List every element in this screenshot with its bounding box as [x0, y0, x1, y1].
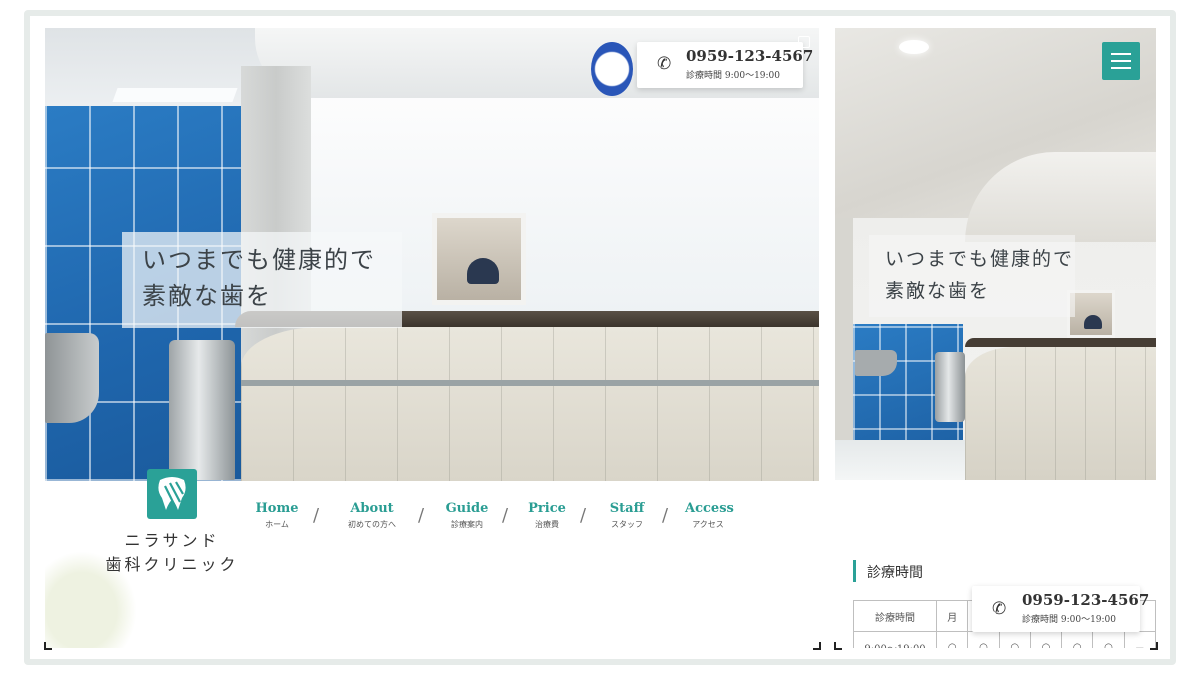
table-cell: ○ [998, 631, 1031, 648]
section-title-bar [853, 560, 856, 582]
table-header-cell: 月 [936, 600, 969, 632]
nav-label-jp: 治療費 [535, 520, 559, 529]
reception-counter [965, 347, 1156, 480]
hero-caption: いつまでも健康的で 素敵な歯を [869, 235, 1075, 317]
phone-icon: ✆ [992, 599, 1007, 619]
hamburger-menu-icon[interactable] [1102, 42, 1140, 80]
nav-label-jp: 初めての方へ [348, 520, 396, 529]
hero-image: いつまでも健康的で 素敵な歯を ✆ 0959-123-4567 診療時間 9:0… [45, 28, 819, 481]
counter-stripe [241, 380, 819, 386]
corner-marker [813, 642, 821, 650]
table-cell: ○ [1061, 631, 1094, 648]
clinic-name-line2: 歯科クリニック [105, 555, 239, 574]
wall-clock [591, 42, 633, 96]
clinic-name[interactable]: ニラサンド 歯科クリニック [105, 529, 239, 577]
desktop-preview: いつまでも健康的で 素敵な歯を ✆ 0959-123-4567 診療時間 9:0… [45, 28, 819, 648]
trash-bin [935, 352, 965, 422]
nav-separator: / [580, 505, 587, 526]
table-cell: ○ [1029, 631, 1063, 648]
nav-separator: / [313, 505, 320, 526]
corner-marker [1150, 642, 1158, 650]
floor [835, 440, 965, 480]
logo-mark[interactable] [147, 469, 197, 519]
table-cell: ○ [967, 631, 1000, 648]
clinic-name-line1: ニラサンド [124, 531, 220, 550]
mobile-preview: いつまでも健康的で 素敵な歯を 診療時間 診療時間 月 9:00～19:00 ○… [835, 28, 1156, 648]
nav-label-jp: スタッフ [611, 520, 643, 529]
ceiling-light [112, 88, 238, 102]
nav-label-en: Guide [445, 501, 489, 516]
hero-caption-line: 素敵な歯を [885, 280, 991, 302]
nav-label-en: Access [685, 501, 734, 516]
table-row: 9:00～19:00 ○ ○ ○ ○ ○ ○ － [852, 631, 1156, 648]
table-cell: ○ [936, 631, 969, 648]
water-fountain [45, 333, 99, 423]
nav-label-jp: 診療案内 [451, 520, 483, 529]
reception-window [432, 213, 526, 305]
nav-item-price[interactable]: Price 治療費 [527, 501, 567, 530]
reception-counter [241, 327, 819, 481]
ceiling-light [899, 40, 929, 54]
person-head [467, 258, 499, 284]
nav-item-staff[interactable]: Staff スタッフ [605, 501, 649, 530]
hero-caption-line: 素敵な歯を [142, 282, 272, 310]
nav-separator: / [662, 505, 669, 526]
reception-counter-top [965, 338, 1156, 347]
hero-caption-line: いつまでも健康的で [885, 248, 1075, 270]
nav-label-jp: アクセス [692, 520, 724, 529]
business-hours: 診療時間 9:00～19:00 [1022, 615, 1117, 625]
table-cell: ○ [1092, 631, 1125, 648]
trash-bin [169, 340, 235, 480]
corner-marker [44, 642, 52, 650]
phone-contact-card[interactable]: ✆ 0959-123-4567 診療時間 9:00～19:00 [972, 586, 1149, 632]
nav-item-about[interactable]: About 初めての方へ [341, 501, 403, 530]
nav-separator: / [502, 505, 509, 526]
header-bar: ニラサンド 歯科クリニック Home ホーム / About 初めての方へ / … [45, 469, 819, 648]
nav-label-en: Staff [609, 501, 645, 516]
phone-icon: ✆ [657, 54, 672, 74]
nav-label-en: Price [528, 501, 566, 516]
business-hours: 診療時間 9:00～19:00 [686, 71, 781, 81]
nav-label-en: Home [255, 501, 299, 516]
mobile-hero-image: いつまでも健康的で 素敵な歯を [835, 28, 1156, 480]
water-fountain [855, 350, 897, 376]
nav-item-home[interactable]: Home ホーム [255, 501, 299, 530]
phone-number: 0959-123-4567 [1022, 591, 1150, 609]
expand-icon[interactable] [798, 36, 810, 48]
table-cell: 9:00～19:00 [852, 631, 938, 648]
hero-caption: いつまでも健康的で 素敵な歯を [122, 232, 402, 328]
section-title: 診療時間 [867, 565, 923, 581]
nav-item-guide[interactable]: Guide 診療案内 [445, 501, 489, 530]
hero-caption-line: いつまでも健康的で [142, 246, 376, 274]
corner-marker [834, 642, 842, 650]
nav-label-en: About [350, 501, 394, 516]
person-head [1084, 315, 1102, 329]
phone-number: 0959-123-4567 [686, 47, 814, 65]
nav-separator: / [418, 505, 425, 526]
phone-contact-card[interactable]: ✆ 0959-123-4567 診療時間 9:00～19:00 [637, 42, 813, 88]
table-header-cell: 診療時間 [852, 600, 938, 632]
tooth-icon [158, 477, 186, 510]
nav-label-jp: ホーム [265, 520, 289, 529]
nav-item-access[interactable]: Access アクセス [685, 501, 734, 530]
